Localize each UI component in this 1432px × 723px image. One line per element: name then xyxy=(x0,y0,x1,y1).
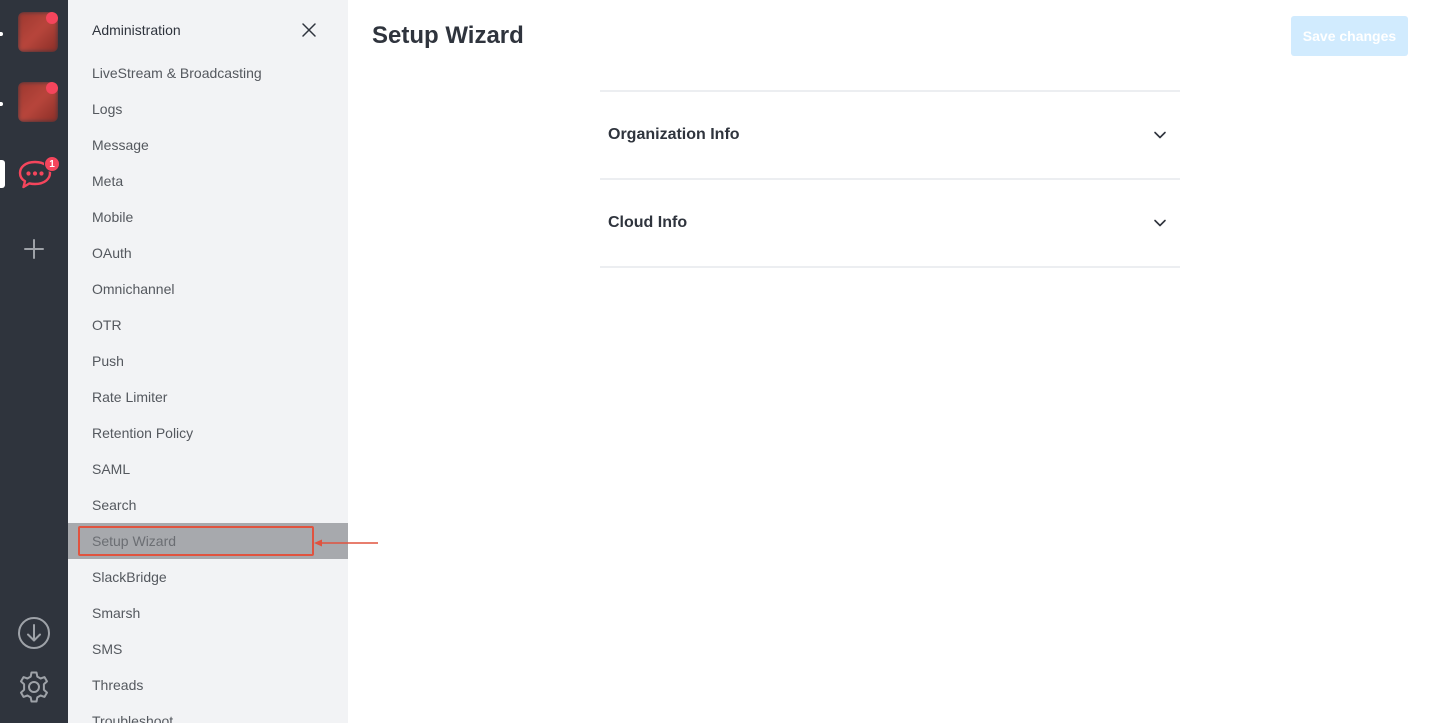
server-avatar[interactable] xyxy=(18,82,58,122)
sidebar-item-label: Omnichannel xyxy=(92,281,175,297)
annotation-highlight-box xyxy=(78,526,314,556)
sidebar-item-label: Rate Limiter xyxy=(92,389,168,405)
sidebar-item-logs[interactable]: Logs xyxy=(68,91,348,127)
sidebar-item-mobile[interactable]: Mobile xyxy=(68,199,348,235)
sidebar-item-retention-policy[interactable]: Retention Policy xyxy=(68,415,348,451)
active-server-indicator xyxy=(0,160,5,188)
admin-sidebar: Administration LiveStream & Broadcasting… xyxy=(68,0,348,723)
sidebar-item-label: OTR xyxy=(92,317,122,333)
sidebar-item-slackbridge[interactable]: SlackBridge xyxy=(68,559,348,595)
sidebar-item-troubleshoot[interactable]: Troubleshoot xyxy=(68,703,348,723)
server-rail: 1 xyxy=(0,0,68,723)
sidebar-item-message[interactable]: Message xyxy=(68,127,348,163)
sidebar-item-search[interactable]: Search xyxy=(68,487,348,523)
sidebar-item-omnichannel[interactable]: Omnichannel xyxy=(68,271,348,307)
sidebar-item-otr[interactable]: OTR xyxy=(68,307,348,343)
sidebar-item-meta[interactable]: Meta xyxy=(68,163,348,199)
sidebar-item-label: SlackBridge xyxy=(92,569,167,585)
save-changes-button[interactable]: Save changes xyxy=(1291,16,1408,56)
notification-badge: 1 xyxy=(44,156,60,172)
annotation-arrow-icon xyxy=(314,539,378,547)
sidebar-item-label: Logs xyxy=(92,101,123,117)
page-title: Setup Wizard xyxy=(372,22,524,49)
server-indicator xyxy=(0,102,3,106)
sidebar-item-label: OAuth xyxy=(92,245,132,261)
sidebar-item-label: Smarsh xyxy=(92,605,141,621)
sidebar-item-label: Troubleshoot xyxy=(92,713,174,723)
unread-dot xyxy=(46,12,58,24)
sidebar-item-label: LiveStream & Broadcasting xyxy=(92,65,262,81)
sidebar-item-label: Threads xyxy=(92,677,144,693)
sidebar-item-label: SMS xyxy=(92,641,123,657)
sidebar-item-label: Retention Policy xyxy=(92,425,194,441)
sidebar-item-smarsh[interactable]: Smarsh xyxy=(68,595,348,631)
sidebar-item-livestream[interactable]: LiveStream & Broadcasting xyxy=(68,55,348,91)
plus-icon[interactable] xyxy=(16,231,52,267)
section-title: Organization Info xyxy=(608,126,740,143)
unread-dot xyxy=(46,82,58,94)
section-organization-info[interactable]: Organization Info xyxy=(600,92,1180,180)
settings-sections: Organization Info Cloud Info xyxy=(600,90,1180,268)
section-title: Cloud Info xyxy=(608,214,688,231)
sidebar-item-rate-limiter[interactable]: Rate Limiter xyxy=(68,379,348,415)
sidebar-title: Administration xyxy=(92,22,181,38)
server-avatar[interactable] xyxy=(18,12,58,52)
sidebar-item-saml[interactable]: SAML xyxy=(68,451,348,487)
sidebar-item-label: Push xyxy=(92,353,124,369)
sidebar-item-label: Meta xyxy=(92,173,124,189)
download-icon[interactable] xyxy=(16,615,52,651)
chevron-down-icon[interactable] xyxy=(1152,127,1168,143)
sidebar-item-label: Search xyxy=(92,497,137,513)
sidebar-item-label: Message xyxy=(92,137,149,153)
admin-menu: LiveStream & Broadcasting Logs Message M… xyxy=(68,55,348,723)
sidebar-item-label: Mobile xyxy=(92,209,134,225)
sidebar-item-oauth[interactable]: OAuth xyxy=(68,235,348,271)
sidebar-item-push[interactable]: Push xyxy=(68,343,348,379)
sidebar-item-threads[interactable]: Threads xyxy=(68,667,348,703)
sidebar-item-setup-wizard[interactable]: Setup Wizard xyxy=(68,523,348,559)
sidebar-item-label: SAML xyxy=(92,461,131,477)
gear-icon[interactable] xyxy=(16,669,52,705)
server-indicator xyxy=(0,32,3,36)
chevron-down-icon[interactable] xyxy=(1152,215,1168,231)
close-icon[interactable] xyxy=(300,21,318,39)
sidebar-item-sms[interactable]: SMS xyxy=(68,631,348,667)
section-cloud-info[interactable]: Cloud Info xyxy=(600,180,1180,268)
